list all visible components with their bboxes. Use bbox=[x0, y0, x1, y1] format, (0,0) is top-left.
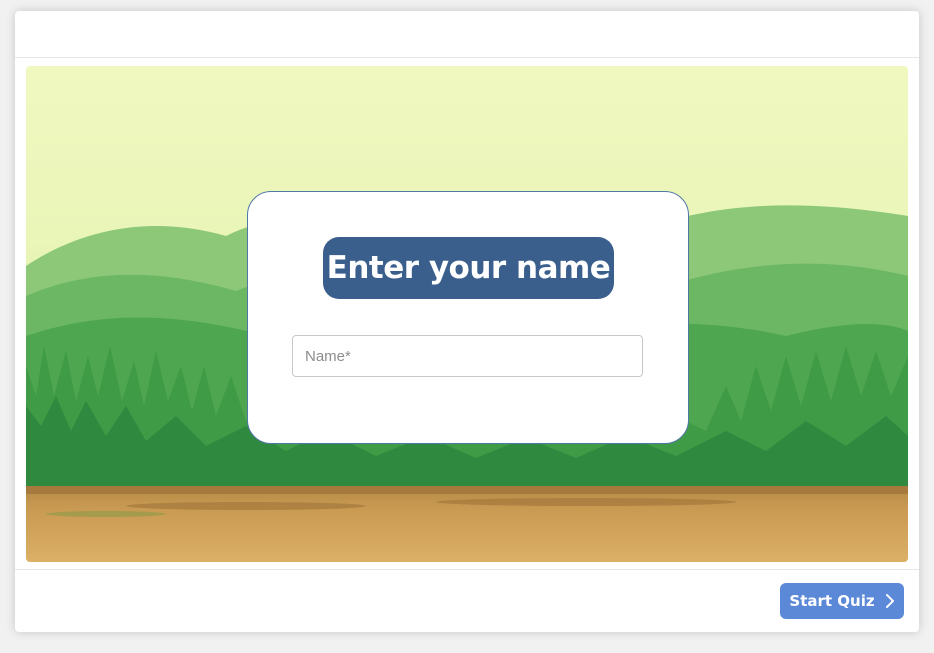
chevron-right-icon bbox=[885, 594, 894, 608]
start-quiz-button[interactable]: Start Quiz bbox=[780, 583, 904, 619]
background-scene: Enter your name bbox=[26, 66, 908, 562]
start-quiz-label: Start Quiz bbox=[789, 592, 875, 610]
name-dialog: Enter your name bbox=[247, 191, 689, 444]
top-bar bbox=[15, 11, 919, 58]
dialog-title: Enter your name bbox=[323, 237, 614, 299]
quiz-card: Enter your name Start Quiz bbox=[15, 11, 919, 632]
footer-divider bbox=[15, 569, 919, 570]
name-input[interactable] bbox=[292, 335, 643, 377]
